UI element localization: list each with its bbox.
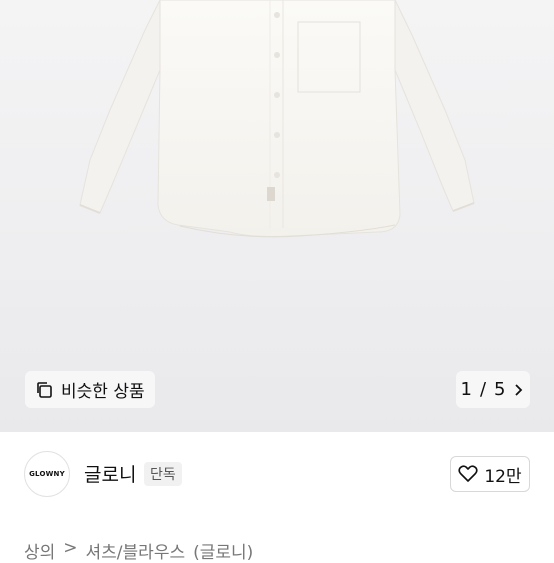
like-button[interactable]: 12만 <box>450 456 530 492</box>
shirt-image <box>79 0 475 238</box>
brand-logo-text: GLOWNY <box>29 470 65 478</box>
image-counter-total: 5 <box>494 379 506 400</box>
image-counter-separator: / <box>479 379 487 400</box>
image-counter-button[interactable]: 1 / 5 <box>456 371 530 408</box>
breadcrumb-item-category[interactable]: 상의 <box>24 538 55 563</box>
image-counter-current: 1 <box>460 379 472 400</box>
brand-name[interactable]: 글로니 <box>84 460 136 487</box>
breadcrumb: 상의 > 셔츠/블라우스 (글로니) <box>24 538 253 563</box>
exclusive-badge: 단독 <box>144 462 182 486</box>
heart-icon <box>458 465 478 483</box>
like-count: 12만 <box>484 466 522 487</box>
breadcrumb-item-brand[interactable]: (글로니) <box>193 538 253 563</box>
breadcrumb-item-subcategory[interactable]: 셔츠/블라우스 <box>86 538 186 563</box>
copy-icon <box>35 381 53 399</box>
similar-products-button[interactable]: 비슷한 상품 <box>25 371 155 408</box>
similar-products-label: 비슷한 상품 <box>61 382 145 402</box>
chevron-right-icon <box>513 383 525 397</box>
product-image[interactable]: 비슷한 상품 1 / 5 <box>0 0 554 432</box>
breadcrumb-separator: > <box>63 538 78 558</box>
brand-logo[interactable]: GLOWNY <box>24 451 70 497</box>
